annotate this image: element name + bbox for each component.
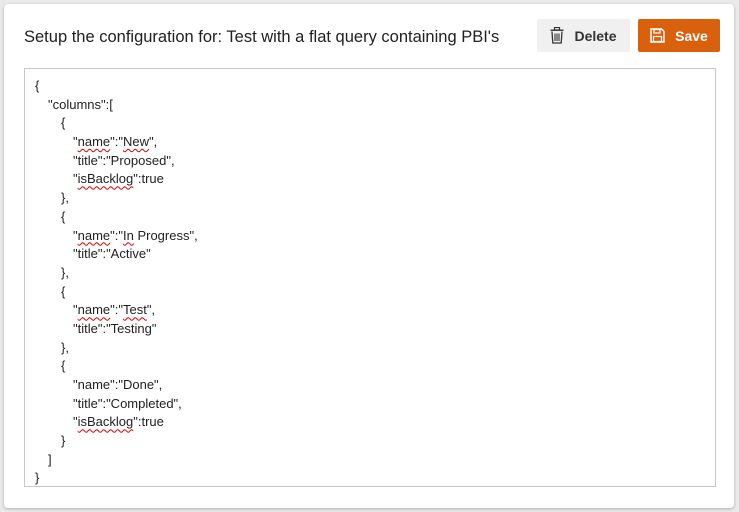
json-code: { "columns":[ { "name":"New", "title":"Propo… [35, 77, 198, 488]
code-line: "title":"Active" [35, 245, 198, 264]
spellcheck-word: name [77, 302, 111, 318]
code-token: ":true [133, 171, 164, 187]
spellcheck-word: isBacklog [77, 171, 134, 187]
configuration-card: Setup the configuration for: Test with a… [4, 4, 734, 508]
code-token: Progress", [133, 227, 198, 243]
code-line: { [35, 283, 198, 302]
code-token: }, [61, 264, 69, 280]
code-token: ] [48, 451, 52, 467]
code-line: } [35, 469, 198, 488]
code-token: { [61, 208, 66, 224]
delete-button[interactable]: Delete [537, 19, 630, 52]
code-line: "name":"Test", [35, 301, 198, 320]
code-token: }, [61, 339, 69, 355]
floppy-disk-icon [650, 28, 665, 43]
code-line: "name":"New", [35, 133, 198, 152]
code-line: { [35, 77, 198, 96]
code-token: "title":"Active" [73, 246, 151, 262]
code-token: ":" [110, 227, 123, 243]
code-token: ", [149, 134, 158, 150]
page-title: Setup the configuration for: Test with a… [24, 28, 500, 46]
code-line: "isBacklog":true [35, 170, 198, 189]
code-token: ":true [133, 414, 164, 430]
code-line: }, [35, 189, 198, 208]
code-line: "title":"Completed", [35, 395, 198, 414]
code-token: } [61, 433, 66, 449]
code-token: { [61, 115, 66, 131]
spellcheck-word: name [77, 134, 111, 150]
save-button-label: Save [675, 27, 708, 44]
code-line: "columns":[ [35, 96, 198, 115]
delete-button-label: Delete [574, 27, 617, 44]
code-line: }, [35, 339, 198, 358]
code-token: { [35, 78, 40, 93]
spellcheck-word: Test [123, 302, 147, 318]
code-line: "name":"In Progress", [35, 227, 198, 246]
code-token: } [35, 470, 40, 486]
save-button[interactable]: Save [638, 19, 720, 52]
code-line: "isBacklog":true [35, 413, 198, 432]
code-line: { [35, 357, 198, 376]
code-token: "title":"Proposed", [73, 152, 175, 168]
spellcheck-word: New [123, 134, 150, 150]
code-token: ":" [110, 302, 123, 318]
code-line: "name":"Done", [35, 376, 198, 395]
code-token: { [61, 283, 66, 299]
code-token: "name":"Done", [73, 377, 163, 392]
spellcheck-word: isBacklog [77, 414, 134, 430]
code-token: { [61, 358, 66, 374]
code-line: }, [35, 264, 198, 283]
code-line: ] [35, 451, 198, 470]
code-token: }, [61, 190, 69, 206]
code-token: ":" [110, 134, 123, 150]
trash-icon [550, 27, 564, 44]
code-line: "title":"Testing" [35, 320, 198, 339]
code-token: "title":"Testing" [73, 320, 157, 336]
code-line: } [35, 432, 198, 451]
code-token: "title":"Completed", [73, 395, 182, 411]
code-token: "columns":[ [48, 96, 113, 112]
spellcheck-word: In [123, 227, 134, 243]
spellcheck-word: name [77, 227, 111, 243]
code-line: { [35, 114, 198, 133]
code-line: { [35, 208, 198, 227]
code-token: ", [146, 302, 156, 318]
json-editor[interactable]: { "columns":[ { "name":"New", "title":"Propo… [24, 68, 716, 487]
code-line: "title":"Proposed", [35, 152, 198, 171]
